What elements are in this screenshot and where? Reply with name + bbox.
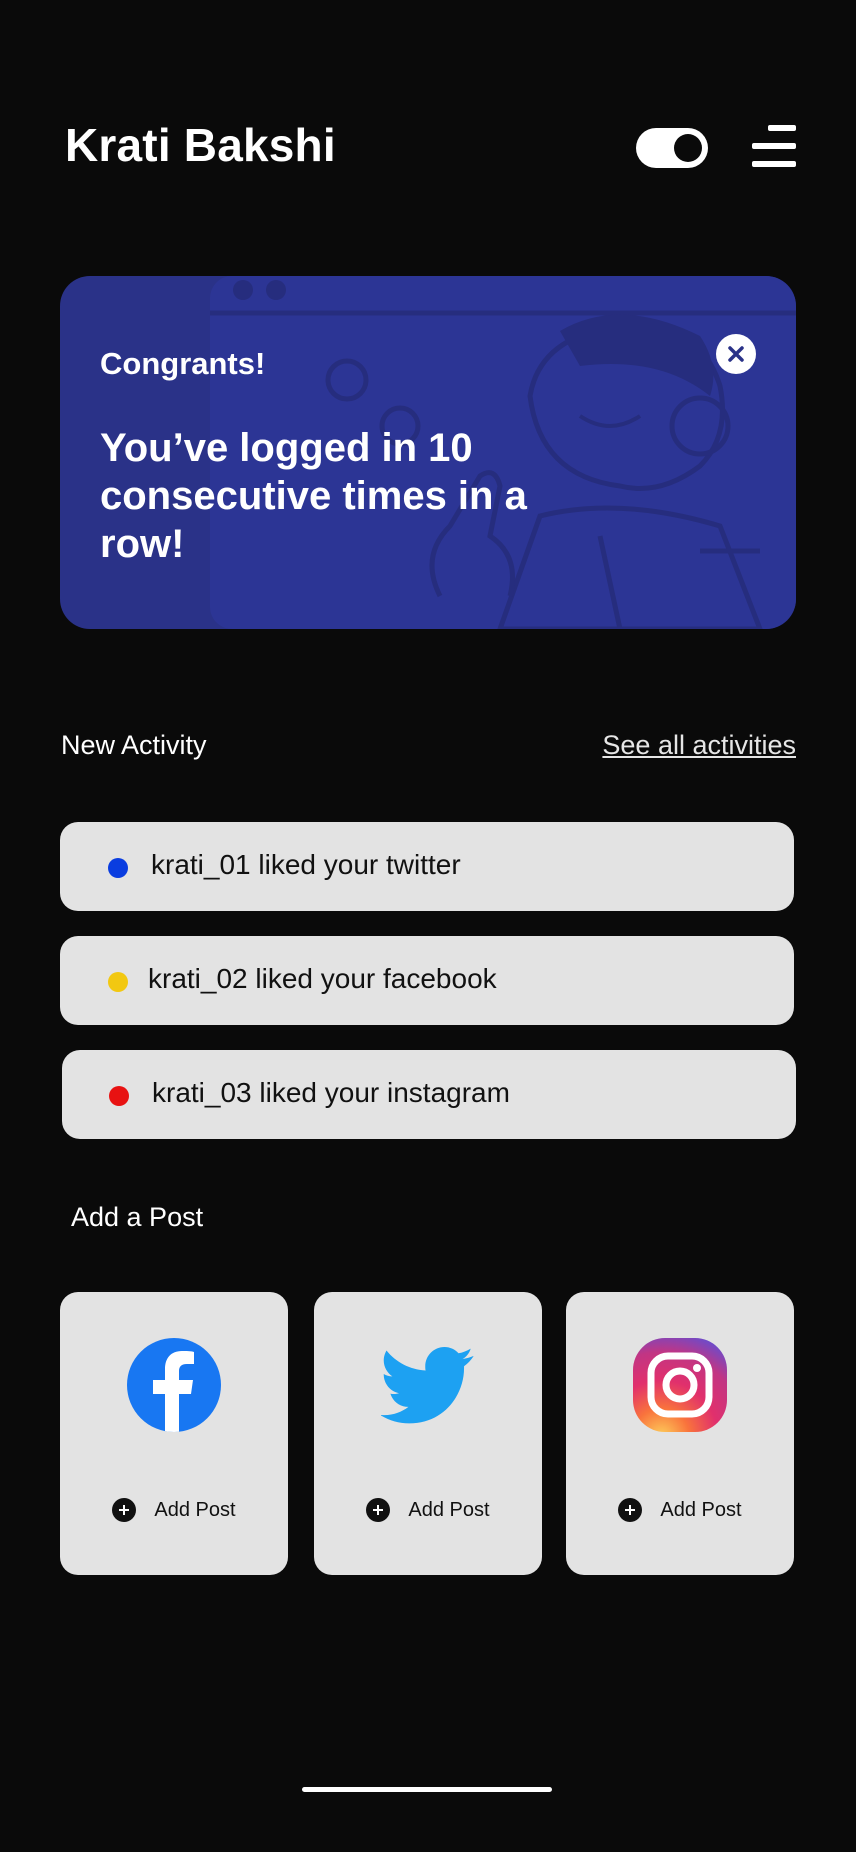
activity-text: krati_03 liked your instagram [152, 1077, 510, 1108]
add-post-button[interactable]: Add Post [60, 1498, 288, 1522]
page-title: Krati Bakshi [65, 119, 336, 171]
congrats-banner: Congrants! You’ve logged in 10 consecuti… [60, 276, 796, 629]
banner-message: You’ve logged in 10 consecutive times in… [100, 426, 527, 566]
theme-toggle[interactable] [636, 128, 708, 168]
add-post-label: Add Post [154, 1498, 236, 1521]
banner-heading: Congrants! [100, 346, 266, 381]
close-icon [728, 346, 744, 362]
plus-circle-icon [112, 1498, 137, 1522]
twitter-icon [381, 1347, 474, 1424]
add-post-button[interactable]: Add Post [314, 1498, 542, 1522]
activity-text: krati_01 liked your twitter [151, 849, 461, 880]
facebook-icon [127, 1338, 221, 1432]
activity-item[interactable]: krati_01 liked your twitter [60, 822, 794, 911]
instagram-post-card[interactable]: Add Post [566, 1292, 794, 1575]
add-post-label: Add Post [660, 1498, 742, 1521]
status-dot [109, 1086, 129, 1106]
menu-icon[interactable] [752, 125, 796, 167]
activity-section-title: New Activity [61, 730, 207, 760]
twitter-post-card[interactable]: Add Post [314, 1292, 542, 1575]
instagram-icon [633, 1338, 727, 1432]
home-indicator[interactable] [302, 1787, 552, 1792]
activity-item[interactable]: krati_02 liked your facebook [60, 936, 794, 1025]
status-dot [108, 858, 128, 878]
close-banner-button[interactable] [716, 334, 756, 374]
toggle-knob [674, 134, 702, 162]
activity-text: krati_02 liked your facebook [148, 963, 497, 994]
see-all-activities-link[interactable]: See all activities [602, 730, 796, 761]
facebook-post-card[interactable]: Add Post [60, 1292, 288, 1575]
add-post-label: Add Post [408, 1498, 490, 1521]
activity-item[interactable]: krati_03 liked your instagram [62, 1050, 796, 1139]
status-dot [108, 972, 128, 992]
plus-circle-icon [618, 1498, 643, 1522]
plus-circle-icon [366, 1498, 391, 1522]
add-post-button[interactable]: Add Post [566, 1498, 794, 1522]
add-post-section-title: Add a Post [71, 1202, 204, 1232]
